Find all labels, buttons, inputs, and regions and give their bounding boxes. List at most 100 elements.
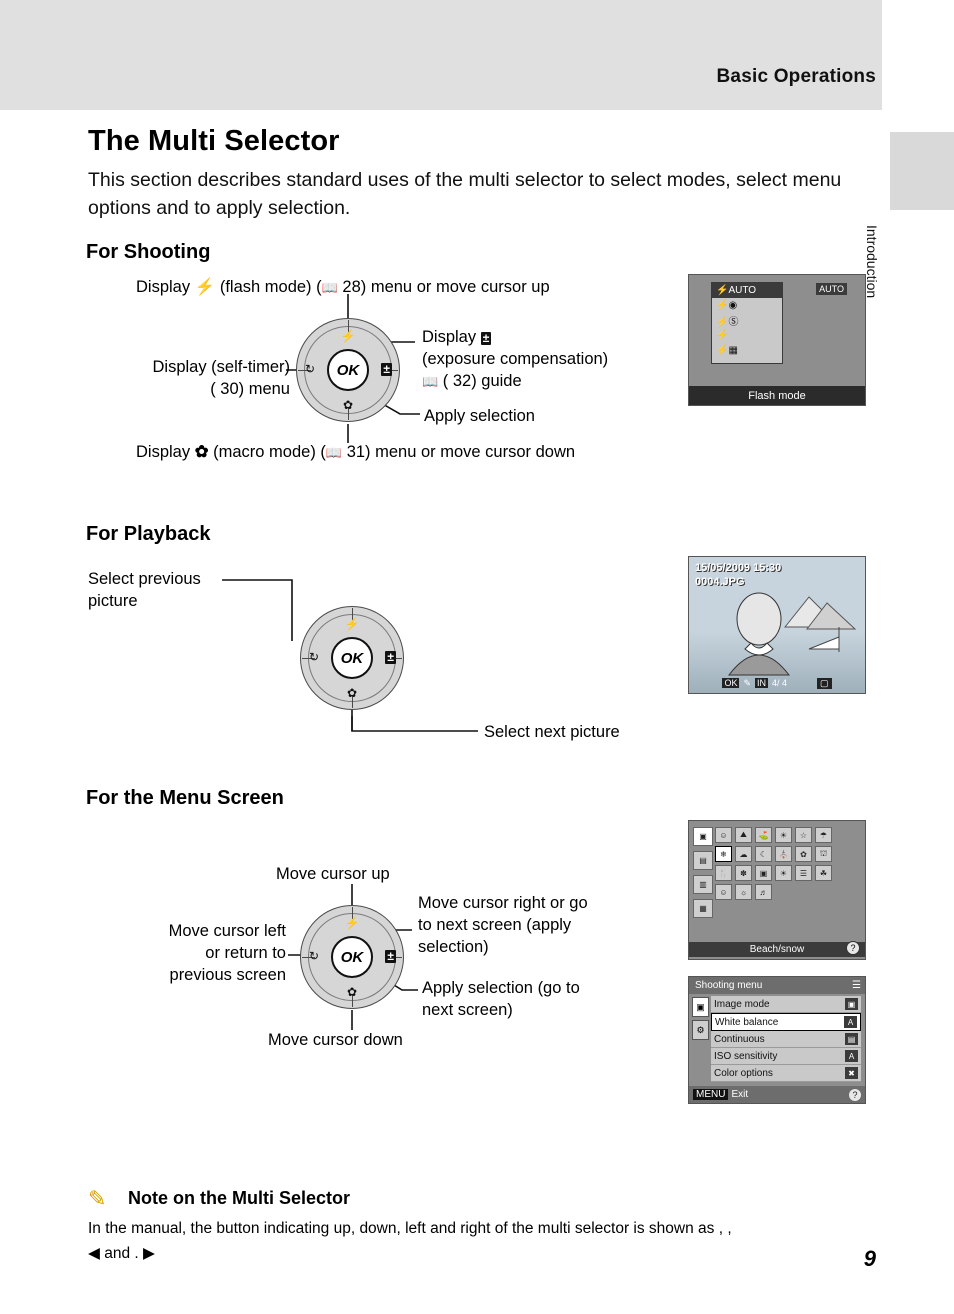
scene-cell[interactable]: ⛰ xyxy=(735,827,752,843)
white-balance-icon: A xyxy=(844,1016,857,1028)
label-menu-right: Move cursor right or go to next screen (… xyxy=(418,894,588,956)
scene-cell[interactable]: ☀ xyxy=(775,827,792,843)
label-shooting-apply: Apply selection xyxy=(424,407,535,425)
dial-self-timer-icon-menu[interactable]: ↻ xyxy=(309,950,319,962)
scene-cell[interactable]: ☆ xyxy=(795,827,812,843)
scene-tab-setup[interactable]: ▥ xyxy=(693,875,713,894)
scene-cell[interactable]: ⛫ xyxy=(815,846,832,862)
ok-badge: OK xyxy=(722,678,740,688)
page-number: 9 xyxy=(863,1246,876,1271)
scene-row: ☺ ⛰ ⛳ ☀ ☆ ☂ xyxy=(715,827,859,843)
scene-cell[interactable]: ☺ xyxy=(715,827,732,843)
dial-ok-button-menu[interactable]: OK xyxy=(331,936,373,978)
scene-tab-extra[interactable]: ▦ xyxy=(693,899,713,918)
scene-cell[interactable]: ♬ xyxy=(755,884,772,900)
scene-cell[interactable]: 🍴 xyxy=(715,865,732,881)
label-menu-apply: Apply selection (go to next screen) xyxy=(422,979,580,1019)
scene-cell[interactable]: ☀ xyxy=(775,865,792,881)
dial-ok-button[interactable]: OK xyxy=(327,349,369,391)
heading-for-playback: For Playback xyxy=(86,523,211,545)
header-band xyxy=(0,0,954,110)
dial-macro-icon[interactable]: ✿ xyxy=(296,399,400,411)
dial-self-timer-icon[interactable]: ↻ xyxy=(305,363,315,375)
color-options-icon: ✖ xyxy=(845,1067,858,1079)
dial-exposure-icon-pb[interactable]: ± xyxy=(385,651,396,664)
menu-item-selected[interactable]: White balance A xyxy=(711,1013,861,1031)
running-head: Basic Operations xyxy=(716,66,876,87)
help-icon-2[interactable]: ? xyxy=(849,1088,861,1101)
label-playback-prev: Select previous picture xyxy=(88,570,201,610)
lcd-flash-mode: AUTO ⚡AUTO ⚡◉ ⚡Ⓢ ⚡ ⚡▦ Flash mode xyxy=(688,274,866,406)
flash-item-off[interactable]: ⚡Ⓢ xyxy=(712,313,782,328)
menu-item[interactable]: Color options ✖ xyxy=(711,1065,861,1082)
multi-selector-dial-shooting[interactable]: ⚡ ↻ ± ✿ OK xyxy=(296,318,400,422)
header-right-gap xyxy=(882,0,954,110)
menu-item[interactable]: Continuous ▤ xyxy=(711,1031,861,1048)
flash-item-redeye[interactable]: ⚡◉ xyxy=(712,298,782,313)
menu-tab-setup[interactable]: ⚙ xyxy=(692,1020,709,1040)
label-shooting-right: Display ± (exposure compensation) 📖 ( 32… xyxy=(422,328,609,390)
scene-tab-scene[interactable]: ▣ xyxy=(693,827,713,846)
scene-row: ☺ ☼ ♬ xyxy=(715,884,859,900)
dial-macro-icon-pb[interactable]: ✿ xyxy=(300,687,404,699)
shooting-menu-footer: MENU Exit ? xyxy=(689,1086,865,1103)
scene-cell[interactable]: ⛳ xyxy=(755,827,772,843)
label-menu-up: Move cursor up xyxy=(276,865,390,883)
image-mode-icon: ▣ xyxy=(845,998,858,1010)
scene-cell[interactable]: ☾ xyxy=(755,846,772,862)
scene-cell[interactable]: ☘ xyxy=(815,865,832,881)
book-icon-3: 📖 xyxy=(325,445,343,460)
multi-selector-dial-playback[interactable]: ⚡ ↻ ± ✿ OK xyxy=(300,606,404,710)
menu-tab-shooting[interactable]: ▣ xyxy=(692,997,709,1017)
dial-ok-button-pb[interactable]: OK xyxy=(331,637,373,679)
pencil-icon: ✎ xyxy=(88,1186,107,1211)
dial-self-timer-icon-pb[interactable]: ↻ xyxy=(309,651,319,663)
dial-exposure-icon[interactable]: ± xyxy=(381,363,392,376)
scene-cell[interactable]: ☺ xyxy=(715,884,732,900)
scene-cell[interactable]: ▣ xyxy=(755,865,772,881)
left-arrow-icon: ◀ xyxy=(88,1245,100,1262)
scene-cell-selected[interactable]: ❄ xyxy=(715,846,732,862)
flash-item-slow[interactable]: ⚡▦ xyxy=(712,343,782,358)
print-icon: ✎ xyxy=(743,677,752,688)
playback-counter: 4/ 4 xyxy=(772,678,788,688)
flash-icon: ⚡ xyxy=(194,278,216,296)
scene-caption: Beach/snow xyxy=(689,942,865,957)
menu-item[interactable]: ISO sensitivity A xyxy=(711,1048,861,1065)
label-menu-down: Move cursor down xyxy=(268,1031,403,1049)
intro-paragraph: This section describes standard uses of … xyxy=(88,169,842,219)
heading-for-menu-screen: For the Menu Screen xyxy=(86,787,284,809)
dial-flash-icon-menu[interactable]: ⚡ xyxy=(300,917,404,929)
label-shooting-down: Display ✿ (macro mode) (📖 31) menu or mo… xyxy=(136,443,576,461)
scene-cell[interactable]: ✿ xyxy=(795,846,812,862)
scene-cell[interactable]: ⛪ xyxy=(775,846,792,862)
flash-item-fill[interactable]: ⚡ xyxy=(712,328,782,343)
page-title: The Multi Selector xyxy=(88,125,340,157)
dial-macro-icon-menu[interactable]: ✿ xyxy=(300,986,404,998)
scene-tab-movie[interactable]: ▤ xyxy=(693,851,713,870)
menu-item[interactable]: Image mode ▣ xyxy=(711,996,861,1013)
side-tab xyxy=(890,132,954,210)
scene-mode-tabs: ▣ ▤ ▥ ▦ xyxy=(693,827,713,923)
playback-info: 15/05/2009 15:30 0004.JPG xyxy=(695,562,782,588)
scene-cell[interactable]: ☰ xyxy=(795,865,812,881)
scene-icon-grid: ☺ ⛰ ⛳ ☀ ☆ ☂ ❄ ☁ ☾ ⛪ ✿ ⛫ 🍴 ✽ ▣ ☀ ☰ ☘ ☺ ☼ … xyxy=(715,827,859,903)
flash-auto-badge: AUTO xyxy=(816,283,847,295)
menu-button-badge: MENU xyxy=(693,1089,729,1100)
scene-cell[interactable]: ☁ xyxy=(735,846,752,862)
dial-exposure-icon-menu[interactable]: ± xyxy=(385,950,396,963)
scene-cell[interactable]: ☂ xyxy=(815,827,832,843)
dial-flash-icon[interactable]: ⚡ xyxy=(296,330,400,342)
flash-item-auto[interactable]: ⚡AUTO xyxy=(712,283,782,298)
scene-cell[interactable]: ☼ xyxy=(735,884,752,900)
dial-flash-icon-pb[interactable]: ⚡ xyxy=(300,618,404,630)
battery-icon: ▢ xyxy=(817,677,832,689)
help-icon[interactable]: ? xyxy=(846,941,860,955)
menu-header-icon: ☰ xyxy=(852,980,861,991)
multi-selector-dial-menu[interactable]: ⚡ ↻ ± ✿ OK xyxy=(300,905,404,1009)
lcd-scene-menu: ▣ ▤ ▥ ▦ ☺ ⛰ ⛳ ☀ ☆ ☂ ❄ ☁ ☾ ⛪ ✿ ⛫ � xyxy=(688,820,866,960)
continuous-icon: ▤ xyxy=(845,1033,858,1045)
scene-cell[interactable]: ✽ xyxy=(735,865,752,881)
right-arrow-icon: ▶ xyxy=(143,1245,155,1262)
shooting-menu-title: Shooting menu ☰ xyxy=(689,977,865,994)
